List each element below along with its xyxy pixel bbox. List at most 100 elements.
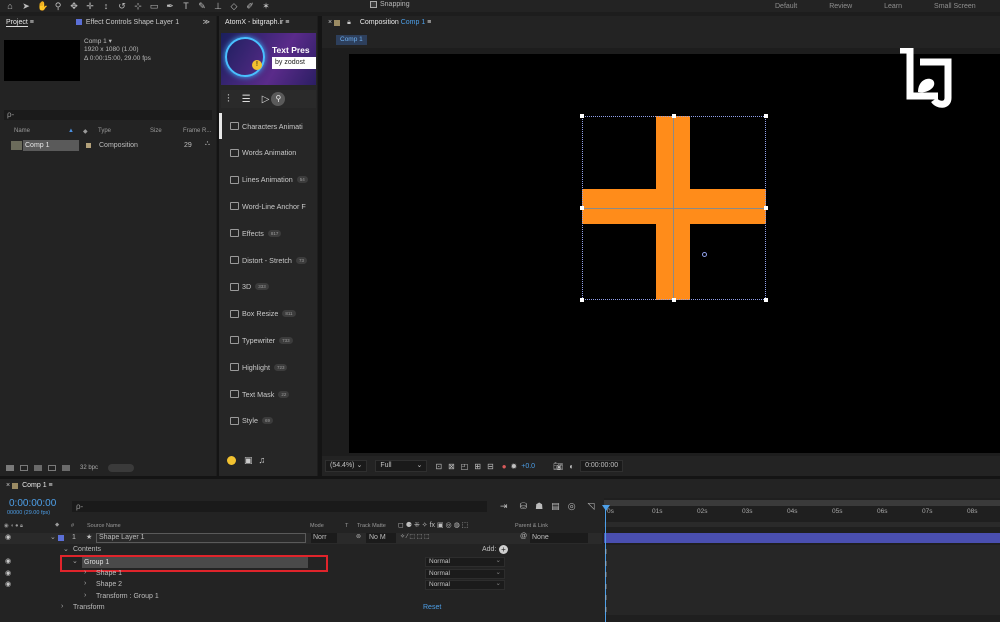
zoom-dropdown[interactable]: (54.4%) ⌄ [325,460,368,472]
exposure-reset-icon[interactable]: ✹ [511,462,518,471]
workspace-review[interactable]: Review [829,3,852,10]
layer-row[interactable]: ◉ ⌄ 1 ★ Shape Layer 1 Norr ⊚ No M ✧ ⁄ ⬚ … [0,533,602,544]
group-blend-mode-dropdown[interactable]: Normal [425,557,505,567]
close-tab-icon[interactable]: × [322,16,334,30]
atomx-item[interactable]: Characters Animati [219,114,317,138]
track-matte-dropdown[interactable]: No M [366,533,396,543]
current-time-display[interactable]: 0:00:00:00 [580,460,624,472]
atomx-item[interactable]: Lines Animation 54 [219,168,317,192]
shape-name[interactable]: Shape 2 [96,581,122,588]
panel-overflow-icon[interactable]: ≫ [197,16,216,30]
col-parent-link[interactable]: Parent & Link [515,523,548,529]
atomx-item[interactable]: Highlight 723 [219,355,317,379]
mask-visibility-icon[interactable]: ◰ [461,462,469,471]
lock-icon[interactable]: 🔒︎ [344,16,354,30]
project-item-name[interactable]: Comp 1 [23,140,79,151]
transform-handle[interactable] [764,298,768,302]
equalizer-icon[interactable]: ⫶ [227,93,230,106]
draft-3d-icon[interactable]: ⛁ [520,501,528,512]
atomx-item[interactable]: Box Resize 811 [219,302,317,326]
atomx-item[interactable]: Words Animation [219,141,317,165]
col-frame-rate[interactable]: Frame R... [183,128,211,134]
tab-comp1-timeline[interactable]: Comp 1 ≡ [22,479,59,493]
dolly-tool-icon[interactable]: ↕ [101,1,111,11]
expand-chevron-icon[interactable]: › [84,569,86,576]
atomx-item[interactable]: Distort - Stretch 73 [219,248,317,272]
transform-handle[interactable] [764,114,768,118]
reset-link[interactable]: Reset [423,604,441,611]
transparency-grid-icon[interactable]: ⊠ [448,462,455,471]
visibility-eye-icon[interactable]: ◉ [5,580,11,588]
delete-icon[interactable] [62,465,70,471]
col-source-name[interactable]: Source Name [87,523,121,529]
transform-handle[interactable] [580,206,584,210]
transform-handle[interactable] [672,114,676,118]
transform-label[interactable]: Transform [73,604,105,611]
atomx-item[interactable]: Word-Line Anchor F [219,194,317,218]
comp-breadcrumb[interactable]: Comp 1 [336,35,367,45]
brush-tool-icon[interactable]: ✎ [197,1,207,11]
atomx-item[interactable]: Text Mask 22 [219,382,317,406]
shape-blend-mode-dropdown[interactable]: Normal [425,569,505,579]
playhead-icon[interactable] [602,505,610,511]
add-property-icon[interactable]: + [499,545,508,554]
col-track-matte[interactable]: Track Matte [357,523,386,529]
pen-tool-icon[interactable]: ✒ [165,1,175,11]
snapshot-icon[interactable]: 📷︎ [553,462,563,471]
shape-name[interactable]: Shape 1 [96,570,122,577]
label-color-swatch[interactable] [86,143,91,148]
color-management-icon[interactable]: ● [502,462,507,471]
layer-bounding-box[interactable] [582,116,766,300]
visibility-eye-icon[interactable]: ◉ [5,533,11,541]
new-folder-icon[interactable] [20,465,28,471]
rotate-tool-icon[interactable]: ↺ [117,1,127,11]
atomx-item[interactable]: Style 69 [219,409,317,433]
channel-icon[interactable]: ⊟ [487,462,494,471]
pick-whip-icon[interactable]: @ [520,533,527,540]
exposure-value[interactable]: +0.0 [521,463,535,470]
visibility-eye-icon[interactable]: ◉ [5,569,11,577]
layer-switches[interactable]: ✧ ⁄ ⬚ ⬚ ⬚ [400,533,430,540]
close-tab-icon[interactable]: × [0,479,12,493]
layer-name[interactable]: Shape Layer 1 [96,533,306,543]
clone-stamp-icon[interactable]: ⊥ [213,1,223,11]
rectangle-tool-icon[interactable]: ▭ [149,1,159,11]
layer-mode-dropdown[interactable]: Norr [311,533,337,543]
shape-row[interactable]: ◉ › Shape 2 Normal [0,580,602,591]
workspace-small-screen[interactable]: Small Screen [934,3,976,10]
home-icon[interactable]: ⌂ [5,1,15,11]
comp-mini-flowchart-icon[interactable]: ⇥ [500,501,508,512]
orbit-tool-icon[interactable]: ✥ [69,1,79,11]
grid-guides-icon[interactable]: ⊞ [474,462,481,471]
project-item-row[interactable]: Comp 1 Composition 29 ⛬ [0,140,216,152]
transform-handle[interactable] [764,206,768,210]
hand-tool-icon[interactable]: ✋ [37,1,48,11]
search-icon[interactable]: ⚲ [271,92,286,106]
workspace-learn[interactable]: Learn [884,3,902,10]
atomx-item[interactable]: Typewriter 733 [219,328,317,352]
list-icon[interactable]: ☰ [242,94,251,105]
resolution-dropdown[interactable]: Full ⌄ [375,460,428,472]
anchor-point-icon[interactable] [702,252,707,257]
render-toggle[interactable] [108,464,135,472]
shape-row[interactable]: ◉ › Shape 1 Normal [0,569,602,580]
label-color-swatch[interactable] [58,535,64,541]
transform-row[interactable]: › Transform Reset [0,603,602,614]
video-icon[interactable]: ▣ [244,455,253,466]
workspace-default[interactable]: Default [775,3,797,10]
group-transform-row[interactable]: › Transform : Group 1 [0,592,602,603]
region-of-interest-icon[interactable]: ⊡ [435,462,442,471]
snapping-checkbox[interactable] [370,1,377,8]
flowchart-icon[interactable]: ⛬ [205,140,210,148]
transform-handle[interactable] [580,114,584,118]
timeline-timecode[interactable]: 0:00:00:00 [9,498,56,509]
type-tool-icon[interactable]: T [181,1,191,11]
expand-chevron-icon[interactable]: ⌄ [50,533,56,541]
graph-editor-icon[interactable]: ◹ [588,501,595,512]
transform-handle[interactable] [580,298,584,302]
comp-name-label[interactable]: Comp 1 ▾ [84,38,151,46]
col-name[interactable]: Name [14,128,30,134]
tab-atomx[interactable]: AtomX - bitgraph.ir ≡ [219,16,295,30]
interpret-footage-icon[interactable] [6,465,14,471]
show-snapshot-icon[interactable]: ◐ [569,462,574,471]
